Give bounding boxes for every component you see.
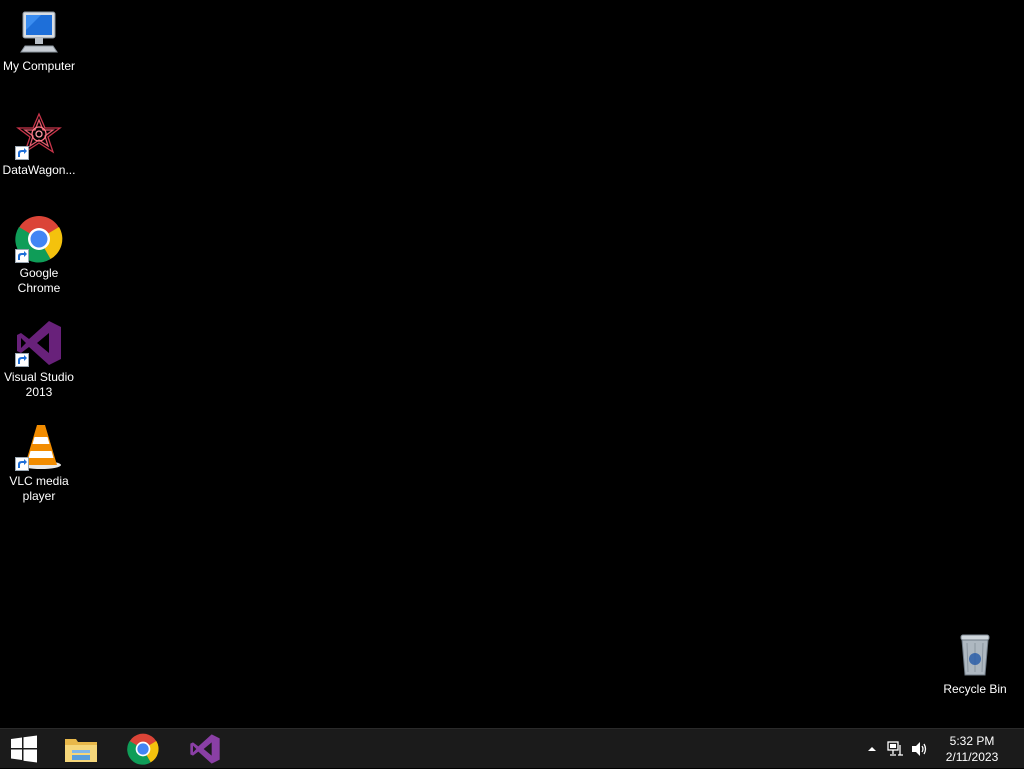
- visual-studio-icon: [190, 734, 220, 764]
- clock-time: 5:32 PM: [949, 734, 995, 748]
- taskbar: 5:32 PM 2/11/2023: [0, 728, 1024, 768]
- network-icon[interactable]: [884, 729, 908, 769]
- desktop-icon-label: My Computer: [2, 59, 76, 73]
- vlc-icon: [15, 423, 63, 471]
- chrome-icon: [15, 215, 63, 263]
- clock[interactable]: 5:32 PM 2/11/2023: [932, 733, 1012, 765]
- recycle-bin-icon: [951, 631, 999, 679]
- desktop-icon-label: VLC media player: [9, 474, 69, 503]
- desktop-icon-label: DataWagon...: [2, 163, 76, 177]
- shortcut-arrow-icon: [15, 353, 29, 367]
- taskbar-file-explorer[interactable]: [56, 729, 106, 769]
- show-hidden-icons-arrow[interactable]: [860, 729, 884, 769]
- show-desktop-button[interactable]: [1012, 729, 1024, 769]
- desktop: My Computer DataWagon... Google Chrome V…: [0, 0, 1024, 728]
- my-computer-icon: [15, 8, 63, 56]
- visual-studio-icon: [15, 319, 63, 367]
- start-button[interactable]: [0, 729, 48, 769]
- desktop-icon-recycle-bin[interactable]: Recycle Bin: [936, 631, 1014, 697]
- desktop-icon-visual-studio[interactable]: Visual Studio 2013: [0, 319, 78, 400]
- windows-start-icon: [11, 735, 37, 763]
- volume-icon[interactable]: [908, 729, 932, 769]
- desktop-icon-label: Visual Studio 2013: [4, 370, 74, 399]
- shortcut-arrow-icon: [15, 249, 29, 263]
- desktop-icon-google-chrome[interactable]: Google Chrome: [0, 215, 78, 296]
- desktop-icon-datawagon[interactable]: DataWagon...: [0, 112, 78, 178]
- shortcut-arrow-icon: [15, 146, 29, 160]
- datawagon-icon: [15, 112, 63, 160]
- desktop-icon-label: Google Chrome: [17, 266, 61, 295]
- taskbar-chrome[interactable]: [118, 729, 168, 769]
- chrome-icon: [127, 733, 159, 765]
- desktop-icon-label: Recycle Bin: [943, 682, 1007, 696]
- desktop-icon-my-computer[interactable]: My Computer: [0, 8, 78, 74]
- file-explorer-icon: [65, 739, 97, 762]
- clock-date: 2/11/2023: [945, 750, 999, 764]
- shortcut-arrow-icon: [15, 457, 29, 471]
- taskbar-visual-studio[interactable]: [180, 729, 230, 769]
- system-tray: 5:32 PM 2/11/2023: [860, 729, 1024, 769]
- desktop-icon-vlc[interactable]: VLC media player: [0, 423, 78, 504]
